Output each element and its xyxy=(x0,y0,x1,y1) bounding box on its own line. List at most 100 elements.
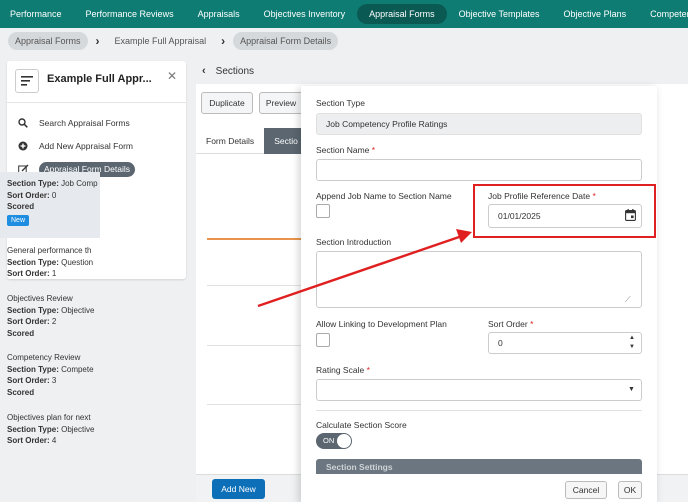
scored-label: Scored xyxy=(7,328,35,338)
sections-header: ‹ Sections xyxy=(196,59,688,83)
list-item[interactable]: Objectives Review Section Type: Objectiv… xyxy=(0,293,100,339)
allow-linking-checkbox[interactable] xyxy=(316,333,330,347)
sort-order-label: Sort Order: xyxy=(7,269,50,278)
left-item-label: Search Appraisal Forms xyxy=(39,118,130,128)
breadcrumb-example-full-appraisal[interactable]: Example Full Appraisal xyxy=(108,32,214,50)
toggle-label: ON xyxy=(323,436,335,445)
ok-button[interactable]: OK xyxy=(618,481,642,499)
resize-handle-icon[interactable]: ⟋ xyxy=(625,295,631,305)
rating-scale-label-text: Rating Scale xyxy=(316,365,365,375)
toggle-knob xyxy=(337,434,351,448)
section-type-field: Job Competency Profile Ratings xyxy=(316,113,642,135)
sort-order-value: 0 xyxy=(498,338,503,348)
section-intro-label: Section Introduction xyxy=(316,237,392,247)
sort-order-input[interactable]: 0 xyxy=(488,332,642,354)
preview-button[interactable]: Preview xyxy=(259,92,303,114)
nav-objective-plans[interactable]: Objective Plans xyxy=(552,4,639,24)
tab-form-details[interactable]: Form Details xyxy=(196,128,265,154)
new-badge: New xyxy=(7,214,30,226)
section-type-value: Objective xyxy=(61,424,95,434)
left-item-add-new[interactable]: Add New Appraisal Form xyxy=(17,141,133,151)
cancel-button[interactable]: Cancel xyxy=(565,481,607,499)
divider xyxy=(7,102,186,103)
nav-performance-reviews[interactable]: Performance Reviews xyxy=(74,4,186,24)
chevron-right-icon: › xyxy=(95,34,100,48)
scored-label: Scored xyxy=(7,202,35,211)
list-item[interactable]: Objectives plan for next Section Type: O… xyxy=(0,412,100,447)
plus-circle-icon xyxy=(17,141,29,151)
section-type-label: Section Type: xyxy=(7,305,59,315)
sort-order-label: Sort Order: xyxy=(7,190,50,200)
list-item[interactable]: Section Type: Job Comp Sort Order: 0 Sco… xyxy=(0,172,100,238)
nav-objectives-inventory[interactable]: Objectives Inventory xyxy=(252,4,358,24)
divider xyxy=(207,345,307,346)
required-mark: * xyxy=(530,319,534,329)
nav-performance[interactable]: Performance xyxy=(0,4,74,24)
section-type-label: Section Type: xyxy=(7,424,59,434)
list-item[interactable]: General performance th Section Type: Que… xyxy=(0,245,100,280)
annotation-highlight-box xyxy=(473,184,656,238)
allow-linking-label: Allow Linking to Development Plan xyxy=(316,319,447,329)
section-intro-textarea[interactable] xyxy=(316,251,642,308)
page-title: Sections xyxy=(215,65,255,77)
breadcrumb: Appraisal Forms › Example Full Appraisal… xyxy=(0,28,688,54)
divider xyxy=(207,404,307,405)
sort-order-label: Sort Order: xyxy=(7,436,50,445)
scored-label: Scored xyxy=(7,387,35,397)
sort-order-label-text: Sort Order xyxy=(488,319,528,329)
top-navigation: Performance Performance Reviews Appraisa… xyxy=(0,0,688,28)
chevron-right-icon: › xyxy=(221,34,226,48)
nav-appraisal-forms[interactable]: Appraisal Forms xyxy=(357,4,447,24)
section-type-label: Section Type: xyxy=(7,179,59,188)
rating-scale-label: Rating Scale * xyxy=(316,365,370,375)
list-item[interactable]: Competency Review Section Type: Compete … xyxy=(0,352,100,398)
sort-order-label: Sort Order: xyxy=(7,376,50,385)
search-icon xyxy=(17,118,29,128)
chevron-left-icon[interactable]: ‹ xyxy=(202,65,206,77)
section-type-label: Section Type: xyxy=(7,364,59,374)
divider xyxy=(207,285,307,286)
breadcrumb-appraisal-form-details: Appraisal Form Details xyxy=(233,32,339,50)
required-mark: * xyxy=(366,365,370,375)
tab-sections[interactable]: Sectio xyxy=(264,128,305,154)
section-name-label: Section Name * xyxy=(316,145,375,155)
sort-order-value: 1 xyxy=(51,269,57,278)
rating-scale-select[interactable] xyxy=(316,379,642,401)
section-type-label: Section Type: xyxy=(7,257,59,267)
append-job-name-checkbox[interactable] xyxy=(316,204,330,218)
menu-lines-icon[interactable] xyxy=(15,69,39,93)
section-title: Objectives plan for next xyxy=(7,413,91,422)
left-panel-title: Example Full Appr... xyxy=(47,73,152,85)
section-name-label-text: Section Name xyxy=(316,145,370,155)
stepper-icon[interactable]: ▲ ▼ xyxy=(629,334,635,352)
sort-order-value: 2 xyxy=(51,317,57,326)
section-type-value: Question xyxy=(61,257,94,267)
section-type-value: Objective xyxy=(61,305,95,315)
chevron-down-icon: ▼ xyxy=(628,386,635,393)
divider xyxy=(316,410,642,411)
close-icon[interactable]: ✕ xyxy=(167,69,177,83)
section-name-input[interactable] xyxy=(316,159,642,181)
add-new-button[interactable]: Add New xyxy=(212,479,265,499)
sort-order-label: Sort Order: xyxy=(7,317,50,326)
nav-competency-profiles[interactable]: Competency Profi xyxy=(638,4,688,24)
left-panel-header: Example Full Appr... ✕ xyxy=(7,61,186,101)
nav-objective-templates[interactable]: Objective Templates xyxy=(447,4,552,24)
sort-order-value: 0 xyxy=(51,190,57,200)
sort-order-label: Sort Order * xyxy=(488,319,533,329)
sort-order-value: 3 xyxy=(51,376,57,385)
tabs: Form Details Sectio xyxy=(196,128,306,154)
breadcrumb-appraisal-forms[interactable]: Appraisal Forms xyxy=(8,32,88,50)
section-type-value: Compete xyxy=(61,364,94,374)
duplicate-button[interactable]: Duplicate xyxy=(201,92,253,114)
selected-indicator xyxy=(207,238,307,240)
left-item-search[interactable]: Search Appraisal Forms xyxy=(17,118,130,128)
section-type-label: Section Type xyxy=(316,98,365,108)
section-settings-header[interactable]: Section Settings xyxy=(316,459,642,474)
calc-score-toggle[interactable]: ON xyxy=(316,433,352,449)
left-item-label: Add New Appraisal Form xyxy=(39,141,134,151)
nav-appraisals[interactable]: Appraisals xyxy=(186,4,252,24)
section-type-value: Job Comp xyxy=(61,179,98,188)
section-title: General performance th xyxy=(7,246,92,255)
calc-score-label: Calculate Section Score xyxy=(316,420,407,430)
